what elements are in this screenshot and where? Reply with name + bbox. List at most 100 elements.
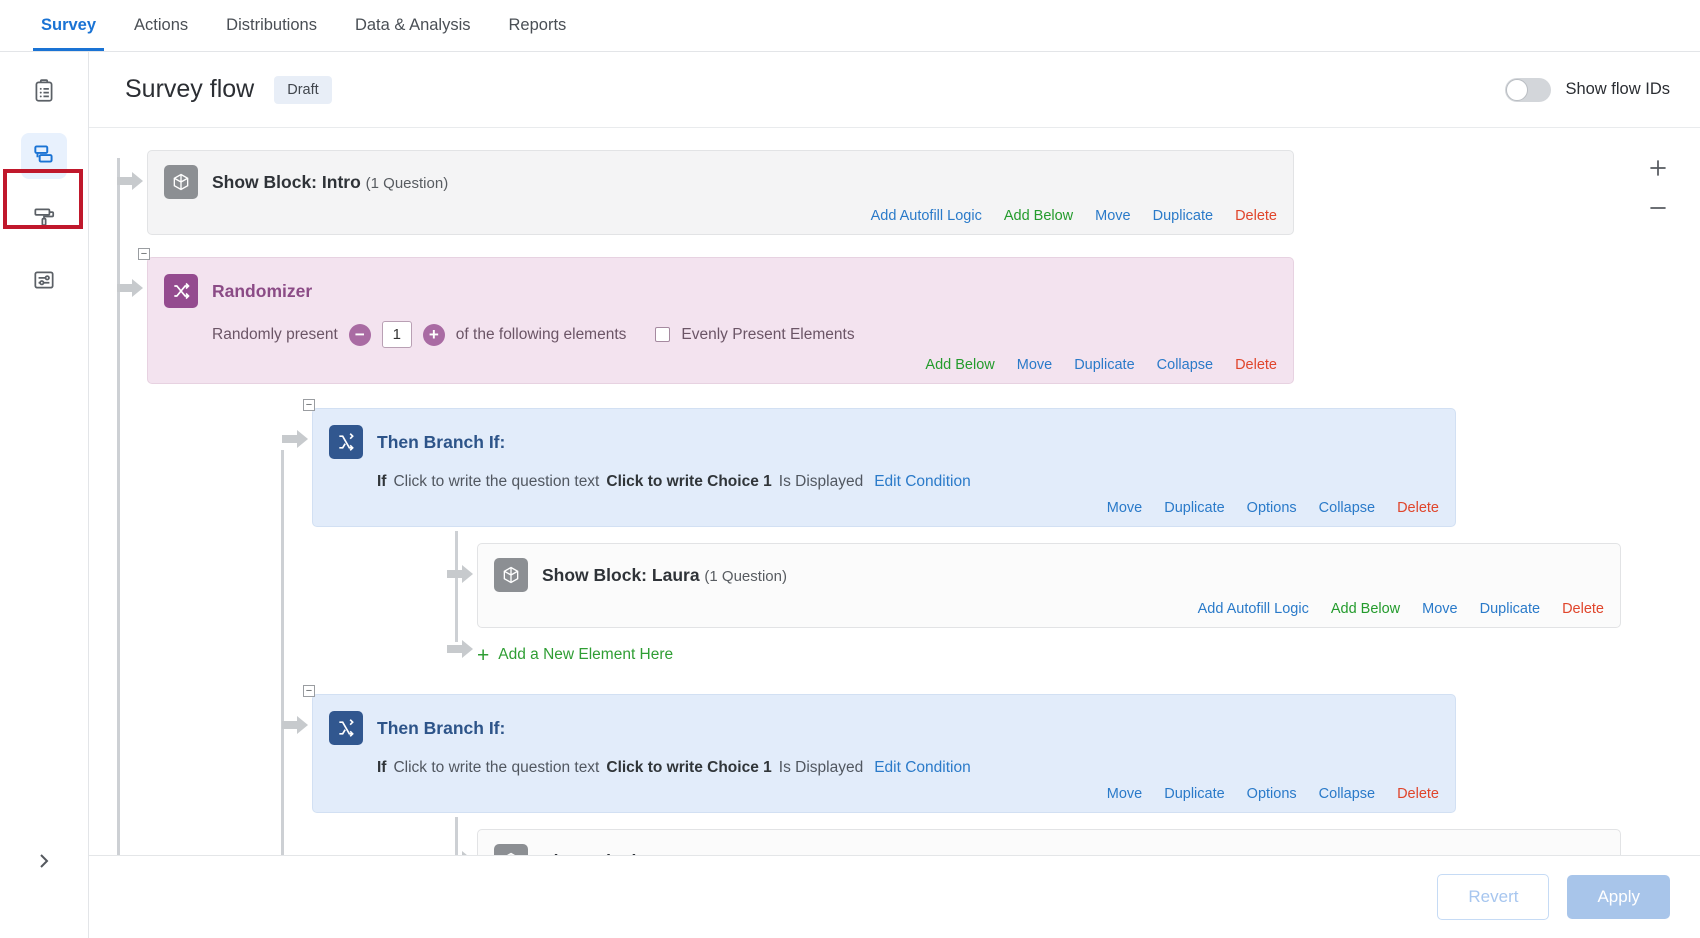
rail-item-survey-flow[interactable] <box>21 133 67 179</box>
rail-item-look-and-feel[interactable] <box>21 196 67 242</box>
flow-row-block-intro: Show Block: Intro (1 Question) Add Autof… <box>117 150 1294 235</box>
rail-item-survey-options[interactable] <box>21 259 67 305</box>
branch-1-collapse-toggle[interactable]: − <box>303 399 315 411</box>
zoom-in-button[interactable] <box>1638 148 1678 188</box>
randomly-present-label: Randomly present <box>212 326 338 344</box>
block-intro-title-row: Show Block: Intro (1 Question) <box>164 165 1277 199</box>
minus-icon <box>1645 195 1671 221</box>
tab-reports[interactable]: Reports <box>490 0 586 51</box>
block-intro-question-count: (1 Question) <box>366 175 449 192</box>
branch-2-children: Show Block: Jenny (1 Question) Add Autof… <box>447 829 1700 855</box>
branch-2-collapse-toggle[interactable]: − <box>303 685 315 697</box>
delete-link[interactable]: Delete <box>1235 208 1277 224</box>
delete-link[interactable]: Delete <box>1397 500 1439 516</box>
clipboard-icon <box>31 78 57 109</box>
zoom-controls <box>1638 148 1678 228</box>
sliders-settings-icon <box>31 267 57 298</box>
randomizer-collapse-toggle[interactable]: − <box>138 248 150 260</box>
increment-button[interactable]: + <box>423 324 445 346</box>
move-link[interactable]: Move <box>1017 357 1052 373</box>
left-icon-rail <box>0 52 89 938</box>
block-intro-title: Show Block: Intro (1 Question) <box>212 172 448 193</box>
move-link[interactable]: Move <box>1422 601 1457 617</box>
evenly-present-checkbox[interactable] <box>655 327 670 342</box>
add-autofill-logic-link[interactable]: Add Autofill Logic <box>871 208 982 224</box>
delete-link[interactable]: Delete <box>1562 601 1604 617</box>
block-laura-prefix: Show Block: <box>542 565 647 585</box>
branch-1-question-text: Click to write the question text <box>393 473 599 491</box>
tab-actions-label: Actions <box>134 16 188 35</box>
plus-icon: + <box>477 645 489 666</box>
block-jenny-prefix: Show Block: <box>542 851 647 856</box>
randomizer-count-input[interactable] <box>382 321 412 348</box>
branch-2-choice-text: Click to write Choice 1 <box>606 759 771 777</box>
branch-icon <box>329 711 363 745</box>
connector-arrow <box>447 829 477 855</box>
duplicate-link[interactable]: Duplicate <box>1164 786 1224 802</box>
tab-actions[interactable]: Actions <box>115 0 207 51</box>
block-jenny-title: Show Block: Jenny (1 Question) <box>542 851 790 856</box>
shuffle-icon <box>164 274 198 308</box>
if-keyword: If <box>377 473 386 491</box>
block-intro-name: Intro <box>322 172 361 192</box>
main-content: Survey flow Draft Show flow IDs <box>89 52 1700 938</box>
delete-link[interactable]: Delete <box>1235 357 1277 373</box>
branch-2-question-text: Click to write the question text <box>393 759 599 777</box>
expand-sidebar-button[interactable] <box>0 849 88 878</box>
duplicate-link[interactable]: Duplicate <box>1153 208 1213 224</box>
duplicate-link[interactable]: Duplicate <box>1480 601 1540 617</box>
branch-1-card[interactable]: − Then Branch If: If Click to write the … <box>312 408 1456 527</box>
tab-data-analysis[interactable]: Data & Analysis <box>336 0 490 51</box>
block-laura-name: Laura <box>652 565 700 585</box>
edit-condition-link[interactable]: Edit Condition <box>874 473 971 491</box>
block-laura-title-row: Show Block: Laura (1 Question) <box>494 558 1604 592</box>
tab-survey[interactable]: Survey <box>22 0 115 51</box>
tab-distributions[interactable]: Distributions <box>207 0 336 51</box>
if-keyword: If <box>377 759 386 777</box>
duplicate-link[interactable]: Duplicate <box>1164 500 1224 516</box>
options-link[interactable]: Options <box>1247 786 1297 802</box>
paint-roller-icon <box>31 204 57 235</box>
move-link[interactable]: Move <box>1107 500 1142 516</box>
collapse-link[interactable]: Collapse <box>1157 357 1213 373</box>
add-new-element-button-1[interactable]: + Add a New Element Here <box>477 645 673 666</box>
block-laura-actions: Add Autofill Logic Add Below Move Duplic… <box>494 601 1604 617</box>
block-intro-card[interactable]: Show Block: Intro (1 Question) Add Autof… <box>147 150 1294 235</box>
block-laura-card[interactable]: Show Block: Laura (1 Question) Add Autof… <box>477 543 1621 628</box>
randomizer-settings-row: Randomly present − + of the following el… <box>164 321 1277 348</box>
move-link[interactable]: Move <box>1095 208 1130 224</box>
rail-item-survey-builder[interactable] <box>21 70 67 116</box>
connector-arrow <box>117 150 147 190</box>
move-link[interactable]: Move <box>1107 786 1142 802</box>
branch-2-card[interactable]: − Then Branch If: If Click to write the … <box>312 694 1456 813</box>
apply-button[interactable]: Apply <box>1567 875 1670 919</box>
branch-1-children: Show Block: Laura (1 Question) Add Autof… <box>447 543 1700 670</box>
decrement-button[interactable]: − <box>349 324 371 346</box>
block-intro-prefix: Show Block: <box>212 172 317 192</box>
duplicate-link[interactable]: Duplicate <box>1074 357 1134 373</box>
block-jenny-name: Jenny <box>652 851 703 856</box>
add-below-link[interactable]: Add Below <box>1004 208 1073 224</box>
page-header: Survey flow Draft Show flow IDs <box>89 52 1700 128</box>
options-link[interactable]: Options <box>1247 500 1297 516</box>
block-jenny-title-row: Show Block: Jenny (1 Question) <box>494 844 1604 855</box>
branch-1-actions: Move Duplicate Options Collapse Delete <box>329 500 1439 516</box>
branch-2-operator: Is Displayed <box>779 759 863 777</box>
block-jenny-card[interactable]: Show Block: Jenny (1 Question) Add Autof… <box>477 829 1621 855</box>
show-flow-ids-toggle[interactable] <box>1505 78 1551 102</box>
tab-distributions-label: Distributions <box>226 16 317 35</box>
add-below-link[interactable]: Add Below <box>925 357 994 373</box>
block-cube-icon <box>494 558 528 592</box>
add-below-link[interactable]: Add Below <box>1331 601 1400 617</box>
delete-link[interactable]: Delete <box>1397 786 1439 802</box>
add-autofill-logic-link[interactable]: Add Autofill Logic <box>1198 601 1309 617</box>
randomizer-card[interactable]: − Randomizer Randomly present − + <box>147 257 1294 384</box>
block-cube-icon <box>494 844 528 855</box>
collapse-link[interactable]: Collapse <box>1319 786 1375 802</box>
branch-2-title-row: Then Branch If: <box>329 711 1439 745</box>
collapse-link[interactable]: Collapse <box>1319 500 1375 516</box>
zoom-out-button[interactable] <box>1638 188 1678 228</box>
block-intro-actions: Add Autofill Logic Add Below Move Duplic… <box>164 208 1277 224</box>
revert-button[interactable]: Revert <box>1437 874 1549 920</box>
edit-condition-link[interactable]: Edit Condition <box>874 759 971 777</box>
